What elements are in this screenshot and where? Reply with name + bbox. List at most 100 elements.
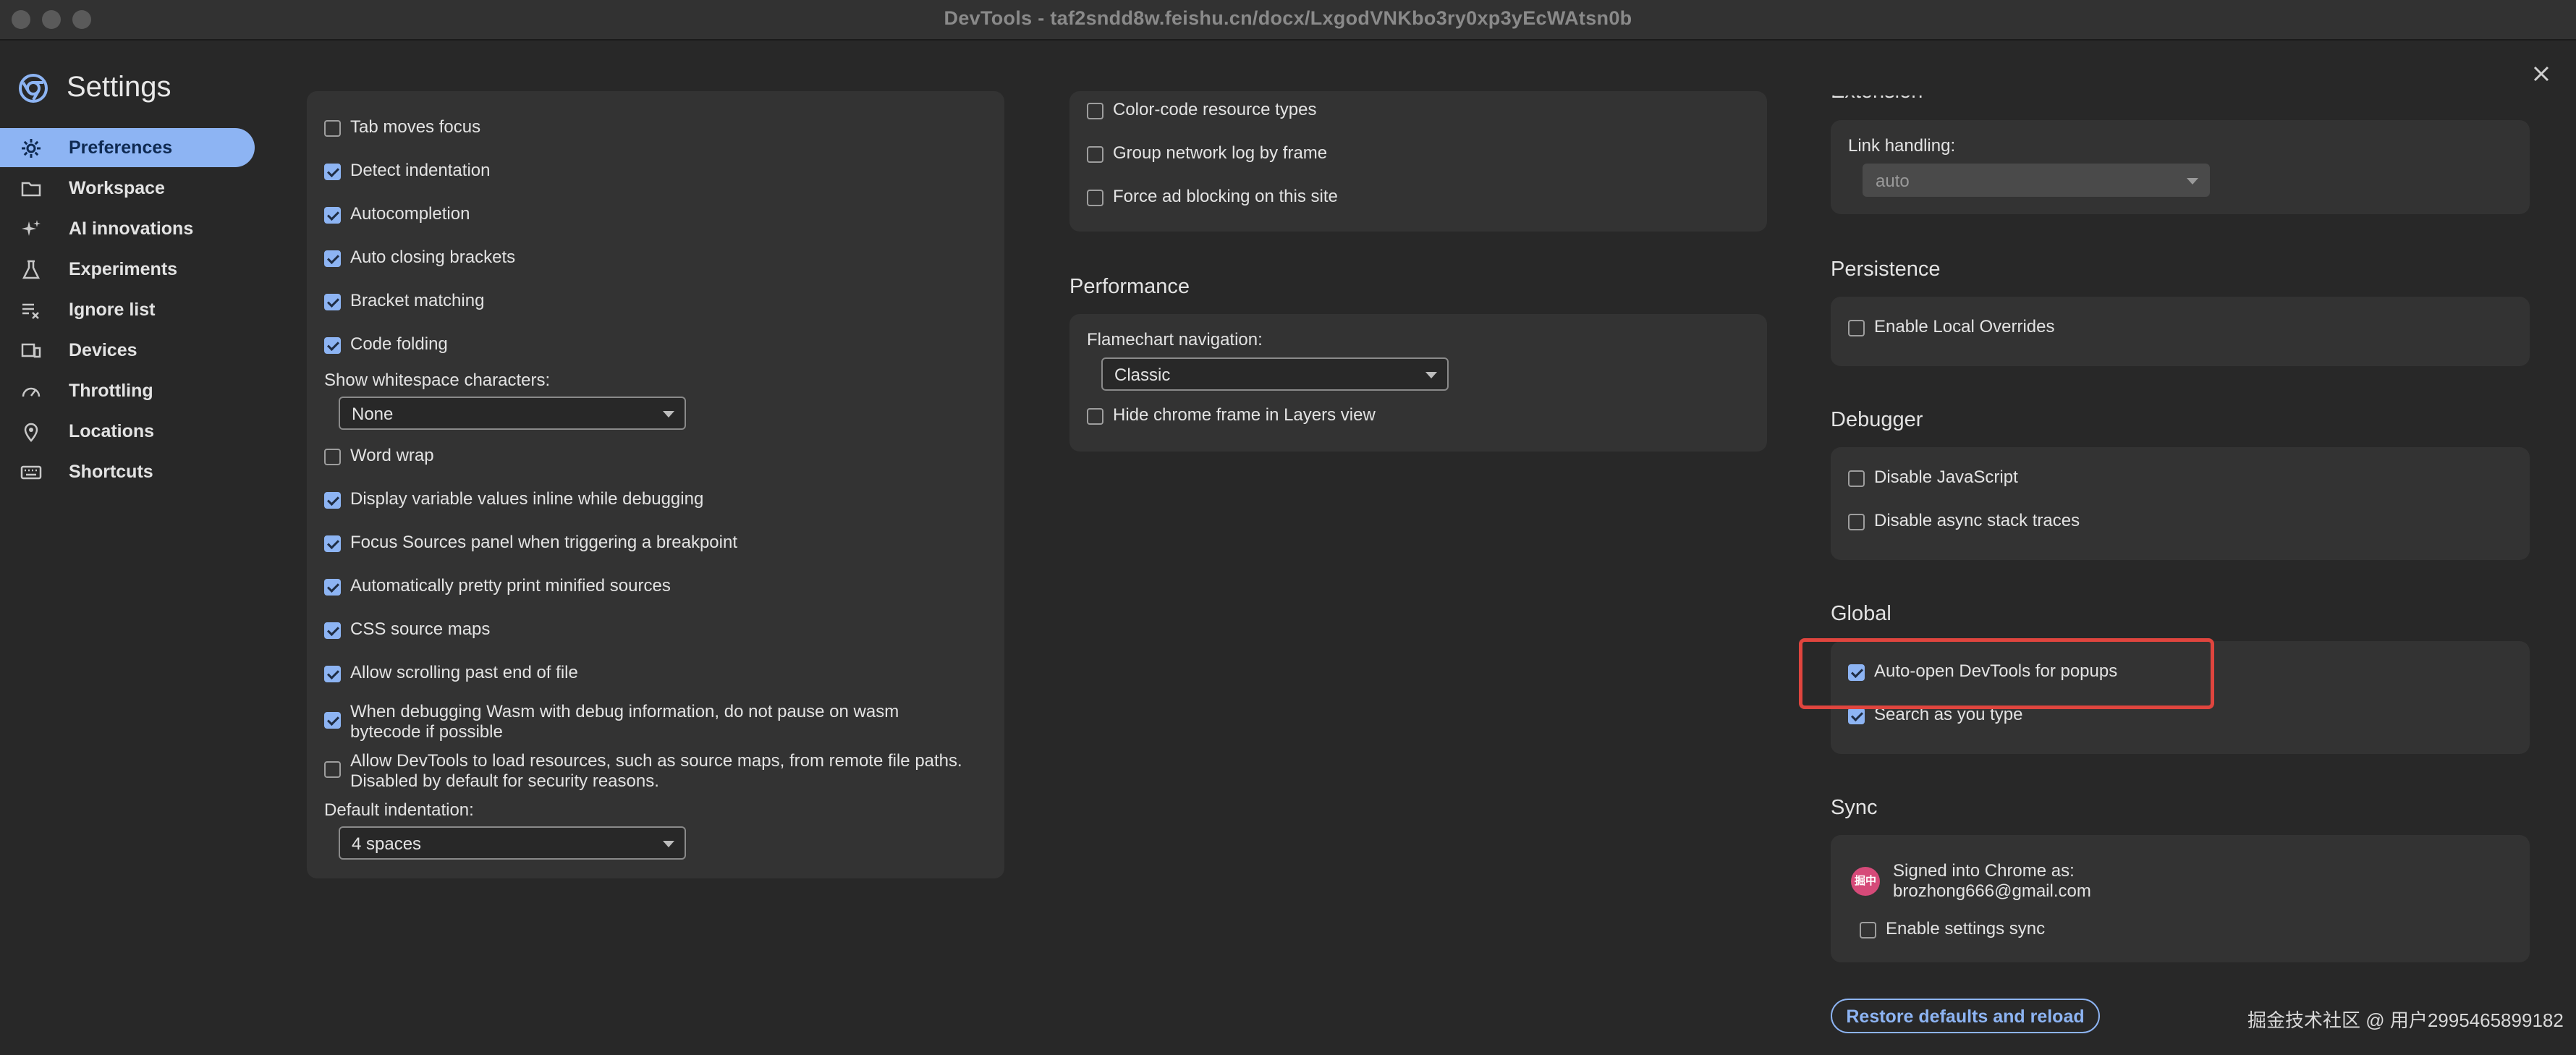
inline-values-checkbox[interactable] [324, 492, 341, 509]
sidebar-item-label: Locations [69, 421, 155, 441]
checkbox-label: Code folding [350, 334, 448, 354]
auto-closing-brackets-option: Auto closing brackets [324, 245, 975, 274]
whitespace-select[interactable]: None [339, 397, 686, 430]
code-folding-checkbox[interactable] [324, 337, 341, 354]
default-indentation-label: Default indentation: [324, 800, 474, 820]
sidebar-item-preferences[interactable]: Preferences [0, 128, 255, 167]
disable-javascript-checkbox[interactable] [1848, 470, 1865, 487]
disable-async-stack-option: Disable async stack traces [1848, 508, 2499, 537]
wasm-debug-checkbox[interactable] [324, 712, 341, 729]
pretty-print-checkbox[interactable] [324, 579, 341, 596]
sidebar-item-ignore-list[interactable]: Ignore list [0, 290, 255, 329]
sidebar-item-label: Throttling [69, 381, 153, 401]
disable-javascript-option: Disable JavaScript [1848, 465, 2499, 493]
word-wrap-option: Word wrap [324, 443, 975, 472]
checkbox-label: When debugging Wasm with debug informati… [350, 702, 899, 742]
checkbox-label: Detect indentation [350, 161, 491, 180]
performance-settings-card: Flamechart navigation: Classic Hide chro… [1069, 314, 1767, 452]
link-handling-select[interactable]: auto [1863, 164, 2210, 197]
sidebar-item-throttling[interactable]: Throttling [0, 371, 255, 410]
checkbox-label: Group network log by frame [1113, 143, 1328, 163]
css-source-maps-checkbox[interactable] [324, 622, 341, 639]
focus-sources-option: Focus Sources panel when triggering a br… [324, 530, 975, 559]
color-code-option: Color-code resource types [1087, 97, 1738, 126]
hide-chrome-frame-option: Hide chrome frame in Layers view [1087, 402, 1738, 431]
checkbox-label: Word wrap [350, 446, 434, 465]
group-by-frame-option: Group network log by frame [1087, 140, 1738, 169]
local-overrides-checkbox[interactable] [1848, 320, 1865, 336]
bracket-matching-checkbox[interactable] [324, 294, 341, 310]
devtools-window: DevTools - taf2sndd8w.feishu.cn/docx/Lxg… [0, 0, 2576, 1055]
sidebar-item-label: Workspace [69, 178, 165, 198]
auto-closing-brackets-checkbox[interactable] [324, 250, 341, 267]
disable-async-stack-checkbox[interactable] [1848, 514, 1865, 530]
sidebar-item-ai-innovations[interactable]: AI innovations [0, 209, 255, 248]
search-as-you-type-checkbox[interactable] [1848, 708, 1865, 724]
checkbox-label: Disable async stack traces [1874, 511, 2080, 530]
checkbox-label: Hide chrome frame in Layers view [1113, 405, 1376, 425]
sync-settings-card: Signed into Chrome as: brozhong666@gmail… [1831, 835, 2530, 962]
extension-settings-card: Link handling: auto [1831, 120, 2530, 214]
checkbox-label: Color-code resource types [1113, 100, 1317, 119]
flamechart-navigation-select[interactable]: Classic [1101, 357, 1449, 391]
restore-defaults-button[interactable]: Restore defaults and reload [1831, 999, 2100, 1033]
color-code-checkbox[interactable] [1087, 103, 1103, 119]
checkbox-label: Display variable values inline while deb… [350, 489, 704, 509]
sidebar-item-locations[interactable]: Locations [0, 412, 255, 451]
settings-title: Settings [67, 71, 171, 103]
location-pin-icon [24, 423, 38, 442]
gauge-icon [22, 387, 41, 397]
default-indentation-select[interactable]: 4 spaces [339, 826, 686, 860]
window-title: DevTools - taf2sndd8w.feishu.cn/docx/Lxg… [944, 7, 1632, 29]
detect-indentation-checkbox[interactable] [324, 164, 341, 180]
scroll-past-end-option: Allow scrolling past end of file [324, 660, 975, 689]
focus-sources-checkbox[interactable] [324, 535, 341, 552]
sidebar-item-experiments[interactable]: Experiments [0, 250, 255, 289]
sidebar-item-workspace[interactable]: Workspace [0, 169, 255, 208]
avatar: 掘中 [1851, 867, 1880, 896]
checkbox-label: Allow DevTools to load resources, such a… [350, 751, 962, 791]
tab-moves-focus-checkbox[interactable] [324, 120, 341, 137]
checkbox-label: Enable Local Overrides [1874, 317, 2055, 336]
detect-indentation-option: Detect indentation [324, 158, 975, 187]
word-wrap-checkbox[interactable] [324, 449, 341, 465]
force-ad-blocking-checkbox[interactable] [1087, 190, 1103, 206]
checkbox-label: Automatically pretty print minified sour… [350, 576, 671, 596]
sidebar-item-label: Preferences [69, 137, 173, 158]
hide-chrome-frame-checkbox[interactable] [1087, 408, 1103, 425]
list-exclude-icon [22, 303, 39, 319]
signed-in-label: Signed into Chrome as: [1893, 861, 2075, 881]
annotation-highlight-box [1799, 638, 2214, 709]
autocompletion-checkbox[interactable] [324, 207, 341, 224]
enable-sync-checkbox[interactable] [1860, 922, 1876, 939]
flask-icon [22, 260, 41, 279]
sidebar-item-devices[interactable]: Devices [0, 331, 255, 370]
title-bar: DevTools - taf2sndd8w.feishu.cn/docx/Lxg… [0, 0, 2576, 41]
select-value: Classic [1114, 365, 1171, 385]
network-settings-card: Color-code resource types Group network … [1069, 91, 1767, 232]
checkbox-label: Tab moves focus [350, 117, 481, 137]
checkbox-label: Focus Sources panel when triggering a br… [350, 533, 737, 552]
folder-icon [21, 182, 41, 197]
code-folding-option: Code folding [324, 331, 975, 360]
restore-defaults-label: Restore defaults and reload [1846, 1007, 2085, 1027]
sidebar-item-label: Devices [69, 340, 137, 360]
group-by-frame-checkbox[interactable] [1087, 146, 1103, 163]
watermark-text: 掘金技术社区 @ 用户2995465899182 [2247, 1009, 2564, 1031]
bracket-matching-option: Bracket matching [324, 288, 975, 317]
chevron-down-icon [1425, 372, 1437, 378]
close-icon[interactable] [2528, 61, 2554, 87]
extension-section-title: Extension [1831, 80, 1923, 103]
remote-resources-checkbox[interactable] [324, 761, 341, 778]
inline-values-option: Display variable values inline while deb… [324, 486, 975, 515]
debugger-settings-card: Disable JavaScript Disable async stack t… [1831, 447, 2530, 560]
global-section-title: Global [1831, 602, 1891, 625]
force-ad-blocking-option: Force ad blocking on this site [1087, 184, 1738, 213]
sidebar-item-shortcuts[interactable]: Shortcuts [0, 452, 255, 491]
scroll-past-end-checkbox[interactable] [324, 666, 341, 682]
flamechart-navigation-label: Flamechart navigation: [1087, 330, 1263, 349]
sidebar-item-label: Ignore list [69, 300, 156, 320]
tab-moves-focus-option: Tab moves focus [324, 114, 975, 143]
sidebar-item-label: Experiments [69, 259, 178, 279]
enable-sync-option: Enable settings sync [1860, 916, 2511, 945]
